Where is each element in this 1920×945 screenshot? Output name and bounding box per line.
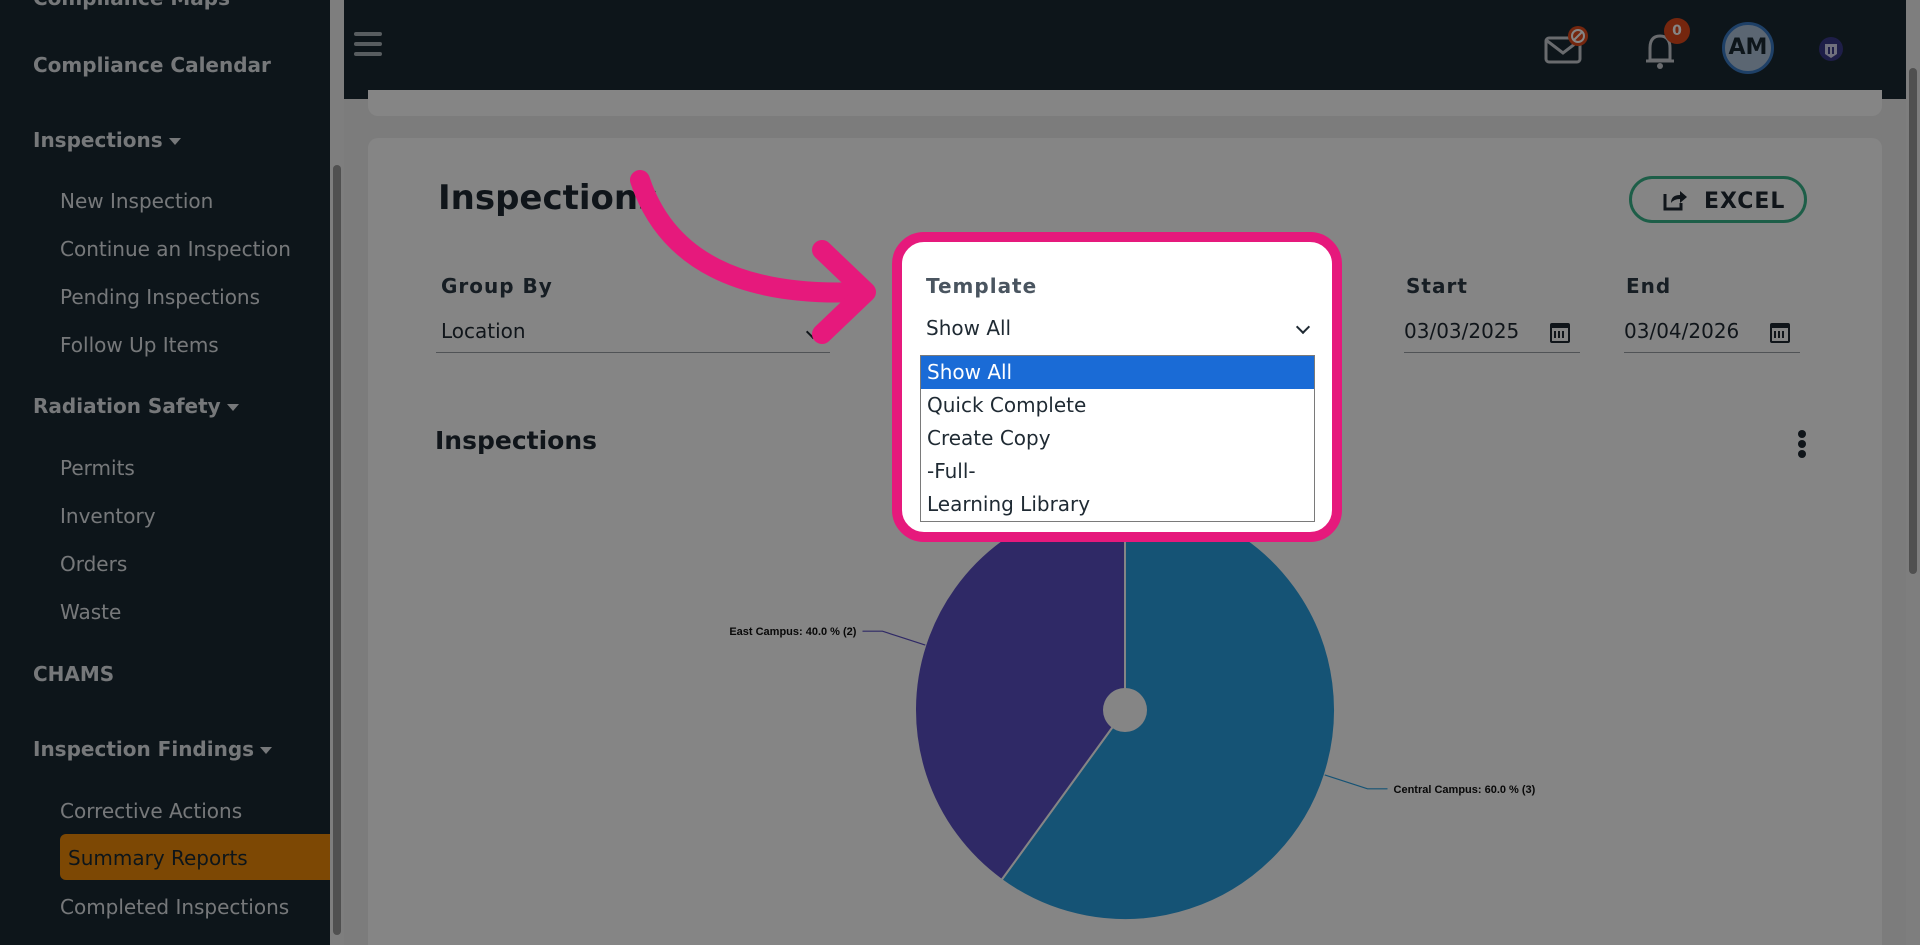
template-label: Template bbox=[926, 274, 1038, 298]
template-option-quick-complete[interactable]: Quick Complete bbox=[921, 389, 1314, 422]
template-value: Show All bbox=[926, 316, 1012, 340]
template-option-full[interactable]: -Full- bbox=[921, 455, 1314, 488]
template-options-list: Show All Quick Complete Create Copy -Ful… bbox=[920, 355, 1315, 522]
template-option-show-all[interactable]: Show All bbox=[921, 356, 1314, 389]
template-option-learning-library[interactable]: Learning Library bbox=[921, 488, 1314, 521]
chevron-down-icon bbox=[1295, 319, 1311, 335]
template-select[interactable]: Show All bbox=[926, 316, 1316, 340]
template-option-create-copy[interactable]: Create Copy bbox=[921, 422, 1314, 455]
